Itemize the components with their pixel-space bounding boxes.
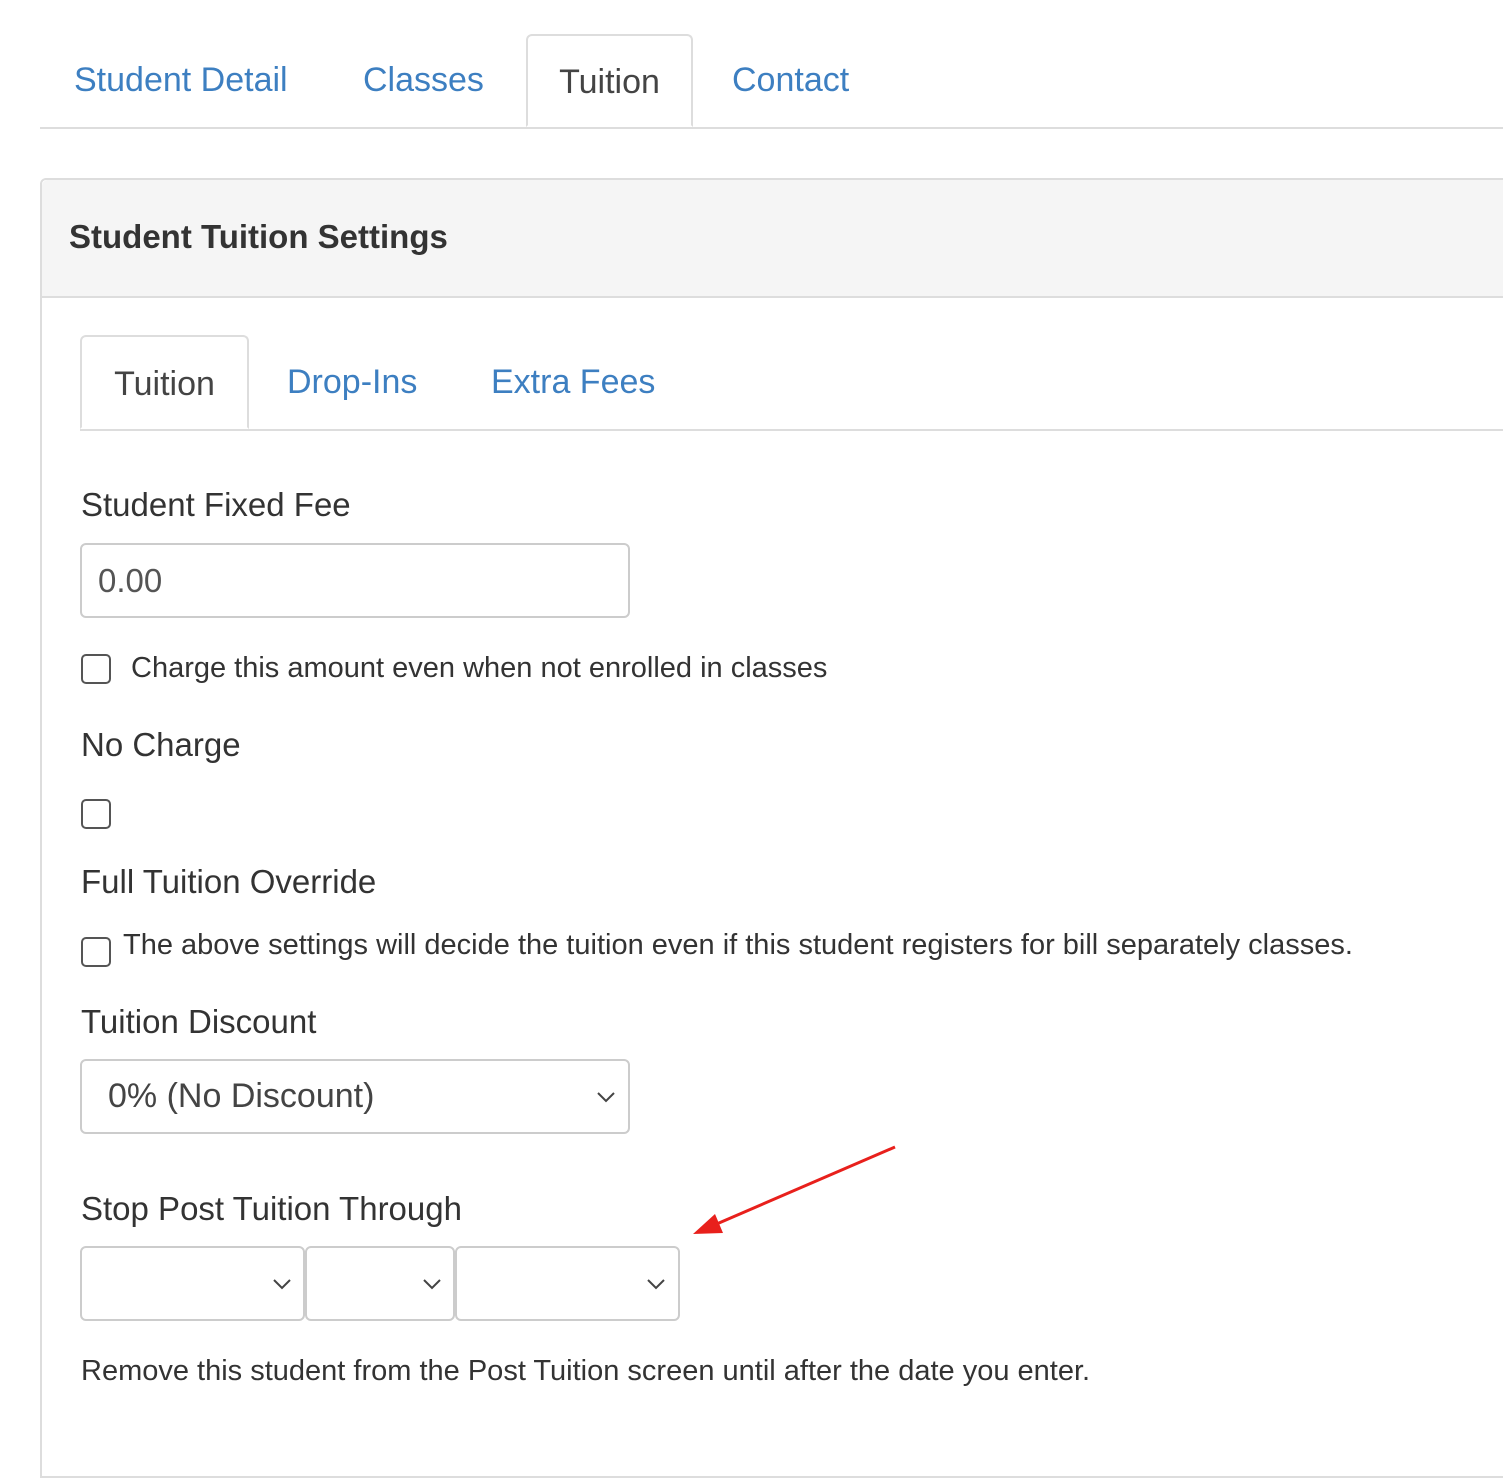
full-override-description: The above settings will decide the tuiti… [123,929,1353,961]
annotation-arrow-icon [693,1145,896,1234]
panel-title: Student Tuition Settings [69,218,448,255]
inner-tab-drop-ins[interactable]: Drop-Ins [287,335,417,429]
stop-post-year-select[interactable] [455,1246,680,1321]
fixed-fee-label: Student Fixed Fee [81,486,351,523]
inner-tab-bar: Tuition Drop-Ins Extra Fees [80,335,1503,431]
charge-unenrolled-checkbox[interactable] [81,654,111,684]
discount-label: Tuition Discount [81,1003,317,1040]
charge-unenrolled-label: Charge this amount even when not enrolle… [131,652,828,684]
full-override-label: Full Tuition Override [81,863,377,900]
chevron-down-icon [273,1279,291,1290]
chevron-down-icon [423,1279,441,1290]
chevron-down-icon [647,1279,665,1290]
full-override-checkbox[interactable] [81,937,111,967]
panel-heading: Student Tuition Settings [42,180,1503,298]
fixed-fee-input[interactable]: 0.00 [80,543,630,618]
no-charge-checkbox[interactable] [81,799,111,829]
tab-tuition[interactable]: Tuition [526,34,693,127]
top-tab-bar: Student Detail Classes Tuition Contact [40,34,1503,129]
stop-post-help-text: Remove this student from the Post Tuitio… [81,1355,1091,1387]
inner-tab-extra-fees[interactable]: Extra Fees [491,335,655,429]
discount-selected-value: 0% (No Discount) [108,1077,375,1115]
no-charge-label: No Charge [81,726,241,763]
stop-post-day-select[interactable] [305,1246,455,1321]
tab-student-detail[interactable]: Student Detail [74,34,288,127]
inner-tab-tuition[interactable]: Tuition [80,335,249,429]
chevron-down-icon [597,1092,615,1103]
tab-classes[interactable]: Classes [363,34,484,127]
discount-select[interactable]: 0% (No Discount) [80,1059,630,1134]
stop-post-label: Stop Post Tuition Through [81,1190,462,1227]
tab-contact[interactable]: Contact [732,34,849,127]
stop-post-month-select[interactable] [80,1246,305,1321]
